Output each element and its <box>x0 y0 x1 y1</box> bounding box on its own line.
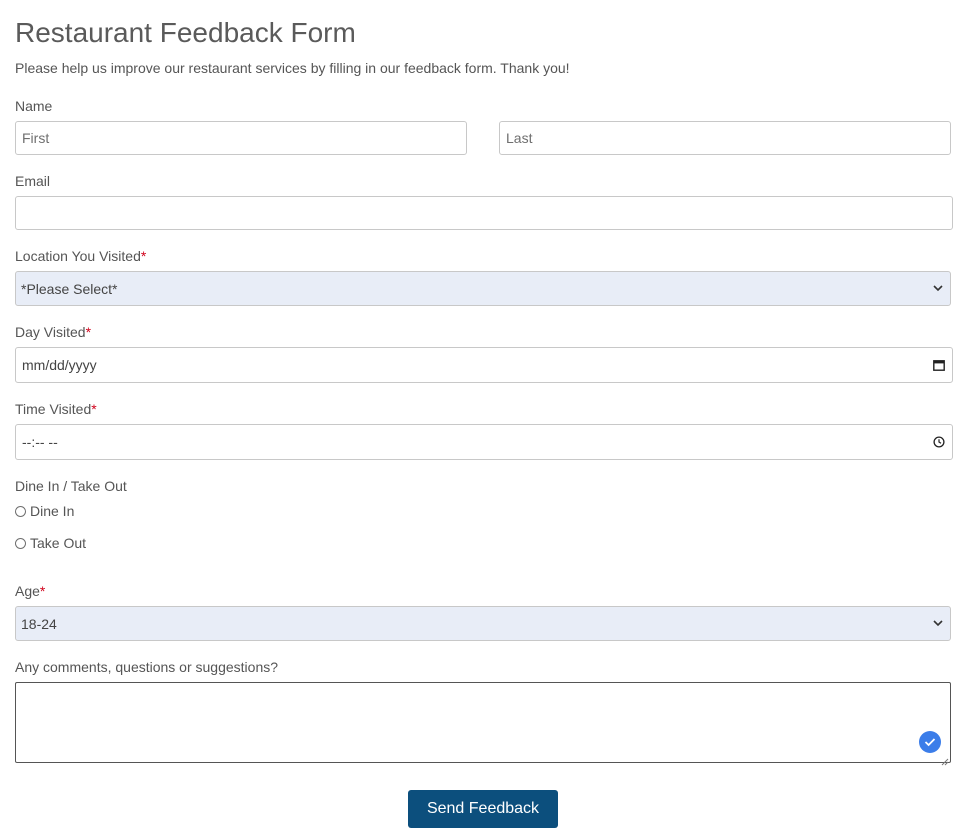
checkmark-icon[interactable] <box>919 731 941 753</box>
clock-icon[interactable] <box>932 435 946 449</box>
first-name-placeholder: First <box>22 130 50 146</box>
radio-button[interactable] <box>15 505 26 517</box>
comments-textarea[interactable] <box>15 682 951 766</box>
time-value: --:-- -- <box>22 434 58 450</box>
first-name-input[interactable]: First <box>15 121 467 155</box>
age-label: Age* <box>15 582 45 600</box>
time-visited-input[interactable]: --:-- -- <box>15 424 953 460</box>
radio-button[interactable] <box>15 537 26 549</box>
location-selected-value: *Please Select* <box>21 280 118 297</box>
email-label: Email <box>15 173 51 189</box>
dine-label: Dine In / Take Out <box>15 478 127 494</box>
page-title: Restaurant Feedback Form <box>15 17 356 48</box>
send-feedback-button[interactable]: Send Feedback <box>408 790 558 828</box>
comments-label: Any comments, questions or suggestions? <box>15 659 279 675</box>
required-asterisk: * <box>140 248 147 264</box>
time-label: Time Visited* <box>15 400 97 418</box>
last-name-input[interactable]: Last <box>499 121 951 155</box>
day-label: Day Visited* <box>15 323 91 341</box>
name-label: Name <box>15 98 53 114</box>
age-label-text: Age <box>15 583 40 599</box>
day-label-text: Day Visited <box>15 324 86 340</box>
email-input[interactable] <box>15 196 953 230</box>
radio-option-dine-in[interactable]: Dine In <box>15 503 74 519</box>
required-asterisk: * <box>39 583 46 599</box>
age-selected-value: 18-24 <box>21 615 57 632</box>
form-description: Please help us improve our restaurant se… <box>15 60 570 76</box>
chevron-down-icon <box>931 617 945 631</box>
day-visited-date-input[interactable]: mm/dd/yyyy <box>15 347 953 383</box>
time-label-text: Time Visited <box>15 401 92 417</box>
chevron-down-icon <box>931 282 945 296</box>
resize-handle-icon[interactable] <box>941 753 949 766</box>
last-name-placeholder: Last <box>506 130 533 146</box>
calendar-icon[interactable] <box>932 358 946 372</box>
day-value: mm/dd/yyyy <box>22 357 97 373</box>
location-label: Location You Visited* <box>15 247 146 265</box>
age-select[interactable]: 18-24 <box>15 606 951 641</box>
location-select[interactable]: *Please Select* <box>15 271 951 306</box>
required-asterisk: * <box>85 324 92 340</box>
required-asterisk: * <box>91 401 97 417</box>
location-label-text: Location You Visited <box>15 248 141 264</box>
radio-label: Take Out <box>30 535 87 551</box>
radio-option-take-out[interactable]: Take Out <box>15 535 86 551</box>
radio-label: Dine In <box>30 503 75 519</box>
